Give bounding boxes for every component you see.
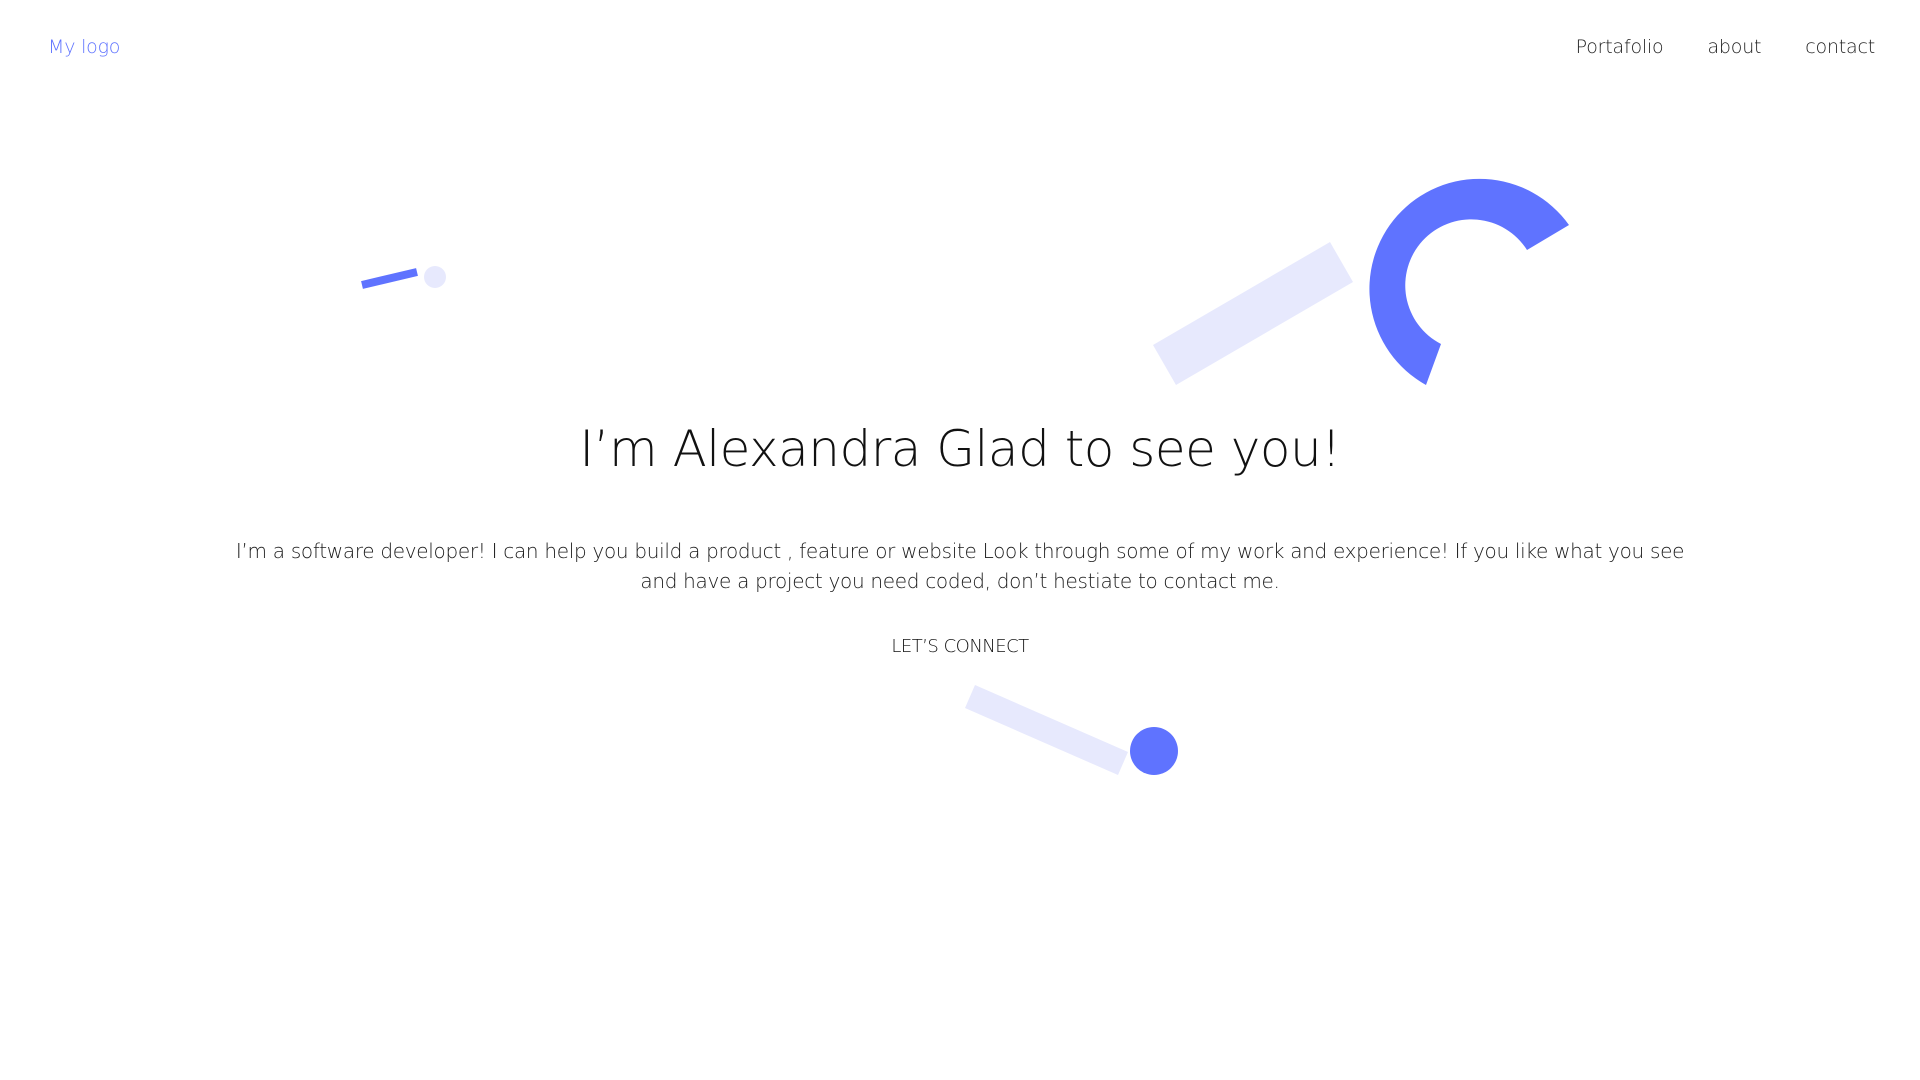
cta-wrapper: LET’S CONNECT [0, 636, 1920, 657]
decor-small-stick [361, 268, 418, 289]
hero-description: I’m a software developer! I can help you… [235, 539, 1685, 593]
decor-arc [1369, 178, 1569, 385]
nav-link-portafolio[interactable]: Portafolio [1576, 36, 1664, 58]
hero-title: I’m Alexandra Glad to see you! [579, 420, 1341, 478]
decor-light-bar-top [1153, 242, 1353, 385]
nav-link-about[interactable]: about [1707, 36, 1761, 58]
decor-light-bar-bottom [965, 685, 1128, 775]
nav-link-contact[interactable]: contact [1805, 36, 1875, 58]
main-nav: Portafolio about contact [1576, 36, 1876, 58]
lets-connect-link[interactable]: LET’S CONNECT [891, 636, 1029, 657]
logo-link[interactable]: My logo [48, 36, 120, 58]
page: My logo Portafolio about contact I’m Ale… [0, 0, 1920, 1080]
decor-small-dot [424, 266, 446, 288]
decor-accent-dot [1130, 727, 1178, 775]
